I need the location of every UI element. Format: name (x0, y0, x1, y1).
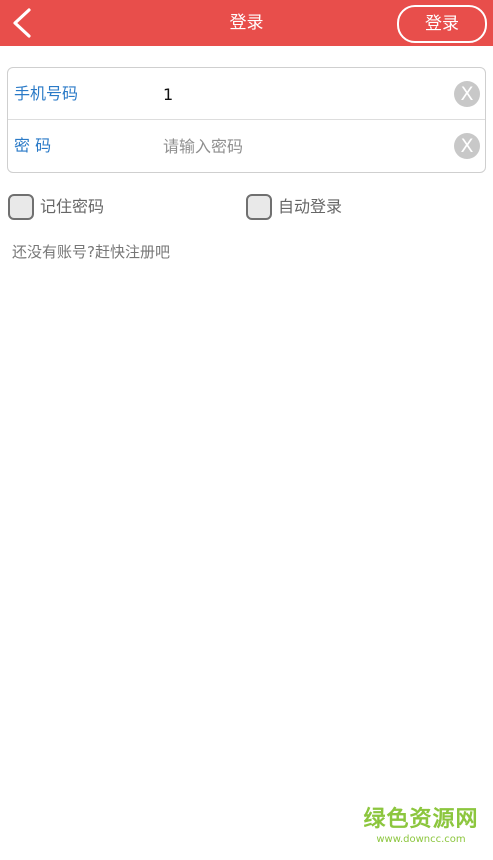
chevron-left-icon (13, 8, 31, 38)
phone-row: 手机号码 X (8, 68, 485, 120)
clear-phone-icon[interactable]: X (454, 81, 480, 107)
auto-login-checkbox[interactable]: 自动登录 (246, 194, 366, 220)
phone-input[interactable] (163, 80, 443, 108)
remember-password-label: 记住密码 (40, 197, 105, 216)
back-button[interactable] (0, 0, 46, 46)
checkbox-icon (8, 194, 34, 220)
password-input[interactable] (163, 132, 443, 160)
top-bar: 登录 登录 (0, 0, 493, 46)
password-row: 密 码 X (8, 120, 485, 172)
watermark-text: 绿色资源网 (363, 807, 479, 832)
checkbox-icon (246, 194, 272, 220)
watermark-logo: 绿色资源网 www.downcc.com (356, 806, 486, 846)
remember-password-checkbox[interactable]: 记住密码 (8, 194, 128, 220)
phone-label: 手机号码 (14, 84, 79, 103)
password-label: 密 码 (14, 136, 52, 155)
auto-login-label: 自动登录 (278, 197, 343, 216)
header-login-button[interactable]: 登录 (397, 5, 487, 43)
clear-password-icon[interactable]: X (454, 133, 480, 159)
register-link[interactable]: 还没有账号?赶快注册吧 (12, 241, 170, 262)
login-form: 手机号码 X 密 码 X (7, 67, 486, 173)
watermark-url: www.downcc.com (376, 834, 466, 845)
